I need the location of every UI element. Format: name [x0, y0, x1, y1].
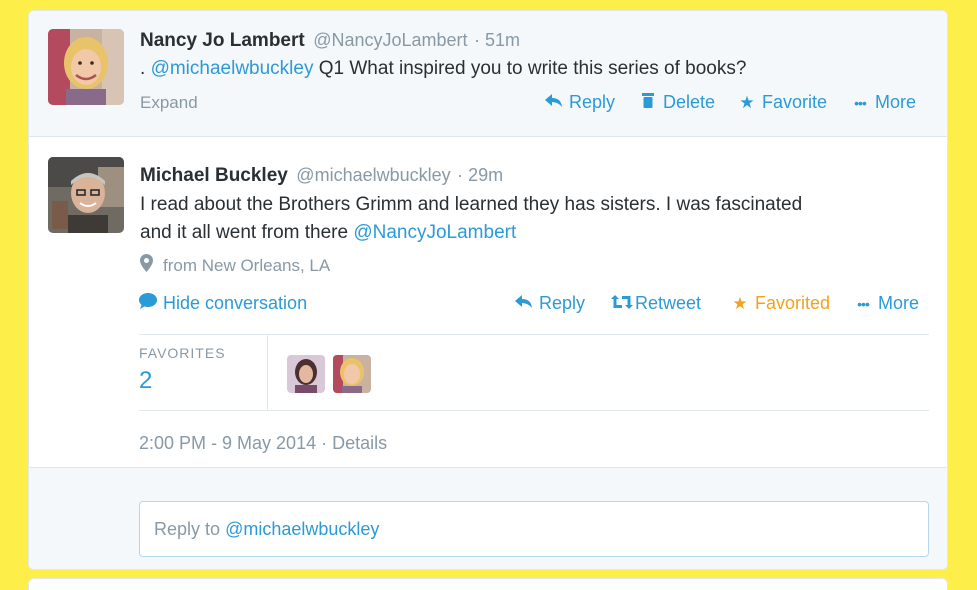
delete-button[interactable]: Delete — [639, 92, 715, 113]
tweet-timestamp-row: 2:00 PM - 9 May 2014 · Details — [139, 433, 387, 454]
speech-bubble-icon — [139, 293, 157, 314]
more-dots-icon: ••• — [857, 295, 870, 312]
avatar-nancy[interactable] — [48, 29, 124, 105]
more-button[interactable]: ••• More — [851, 92, 916, 113]
mention-link[interactable]: @michaelwbuckley — [151, 58, 314, 79]
tweet-michael: Michael Buckley @michaelwbuckley · 29m I… — [29, 137, 947, 467]
reply-prefix: Reply to — [154, 519, 221, 539]
tweet-stats: FAVORITES 2 — [139, 334, 929, 411]
tweet-conversation-card: Nancy Jo Lambert @NancyJoLambert · 51m .… — [28, 10, 948, 570]
expand-link[interactable]: Expand — [140, 93, 198, 113]
reply-label: Reply — [539, 293, 586, 313]
stats-divider — [267, 335, 268, 410]
author-handle[interactable]: @michaelwbuckley — [296, 165, 450, 185]
favorite-label: Favorite — [762, 92, 828, 112]
location-text: from New Orleans, LA — [163, 255, 331, 275]
favorites-label: FAVORITES — [139, 345, 226, 361]
reply-footer: Reply to @michaelwbuckley — [29, 467, 947, 569]
tweet-text-prefix: . — [140, 58, 146, 79]
more-label: More — [875, 92, 917, 112]
next-card-edge — [28, 578, 948, 590]
hide-conversation-label: Hide conversation — [163, 293, 308, 313]
tweet-nancy[interactable]: Nancy Jo Lambert @NancyJoLambert · 51m .… — [29, 11, 947, 137]
favoriter-avatar[interactable] — [333, 355, 371, 393]
favorited-label: Favorited — [755, 293, 831, 313]
favorite-button[interactable]: ★ Favorite — [738, 92, 827, 113]
tweet-text: . @michaelwbuckley Q1 What inspired you … — [140, 55, 746, 83]
tweet-text-body: Q1 What inspired you to write this serie… — [318, 58, 747, 79]
reply-icon — [515, 294, 533, 314]
trash-icon — [639, 92, 657, 113]
favorited-button[interactable]: ★ Favorited — [731, 293, 830, 314]
star-icon: ★ — [739, 92, 755, 112]
tweet-location[interactable]: from New Orleans, LA — [140, 254, 330, 277]
more-button[interactable]: ••• More — [854, 293, 919, 314]
tweet-text-line: I read about the Brothers Grimm and lear… — [140, 194, 803, 215]
retweet-icon — [611, 294, 633, 314]
reply-label: Reply — [569, 92, 616, 112]
retweet-button[interactable]: Retweet — [611, 293, 701, 314]
delete-label: Delete — [663, 92, 716, 112]
reply-button[interactable]: Reply — [515, 293, 585, 314]
details-link[interactable]: · Details — [321, 433, 387, 453]
reply-button[interactable]: Reply — [545, 92, 615, 113]
avatar-michael[interactable] — [48, 157, 124, 233]
more-dots-icon: ••• — [854, 94, 867, 111]
reply-icon — [545, 93, 563, 113]
retweet-label: Retweet — [635, 293, 702, 313]
tweet-timestamp[interactable]: 2:00 PM - 9 May 2014 — [139, 433, 316, 453]
author-name[interactable]: Nancy Jo Lambert — [140, 30, 305, 51]
tweet-text: I read about the Brothers Grimm and lear… — [140, 191, 802, 247]
reply-mention: @michaelwbuckley — [225, 519, 380, 539]
favorites-count[interactable]: 2 — [139, 367, 152, 395]
tweet-time[interactable]: · 51m — [474, 30, 520, 50]
reply-input[interactable]: Reply to @michaelwbuckley — [139, 501, 929, 557]
hide-conversation-link[interactable]: Hide conversation — [139, 293, 307, 314]
tweet-time[interactable]: · 29m — [457, 165, 503, 185]
author-handle[interactable]: @NancyJoLambert — [313, 30, 467, 50]
favoriter-avatar[interactable] — [287, 355, 325, 393]
tweet-text-line: and it all went from there — [140, 222, 349, 243]
more-label: More — [878, 293, 920, 313]
star-icon: ★ — [732, 293, 748, 313]
mention-link[interactable]: @NancyJoLambert — [353, 222, 516, 243]
location-pin-icon — [140, 254, 153, 277]
author-name[interactable]: Michael Buckley — [140, 165, 288, 186]
